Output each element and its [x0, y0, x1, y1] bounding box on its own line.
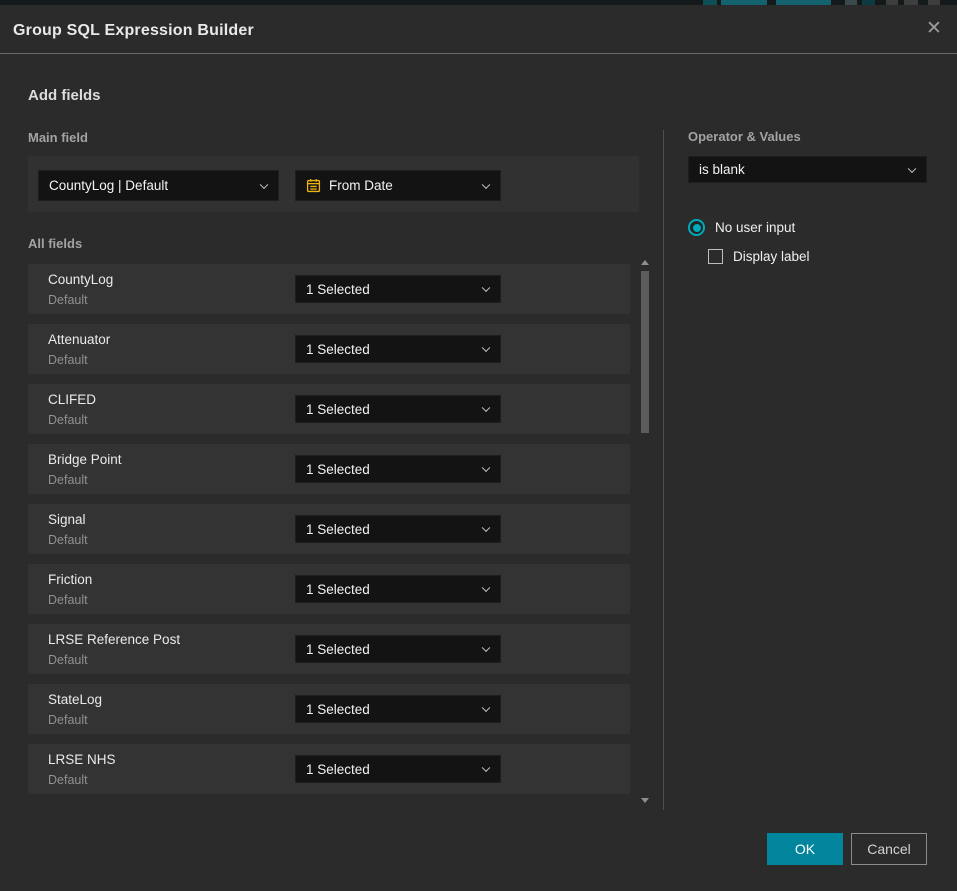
chevron-down-icon: [482, 344, 490, 352]
field-selected-dropdown[interactable]: 1 Selected: [295, 695, 501, 723]
chevron-down-icon: [482, 404, 490, 412]
operator-select[interactable]: is blank: [688, 156, 927, 183]
field-row: LRSE NHS Default 1 Selected: [28, 744, 630, 794]
field-name: Signal: [48, 512, 86, 527]
field-subtitle: Default: [48, 533, 88, 547]
operator-select-value: is blank: [699, 162, 745, 177]
chevron-down-icon: [908, 164, 916, 172]
field-row: StateLog Default 1 Selected: [28, 684, 630, 734]
scrollbar-down-arrow[interactable]: [641, 798, 649, 803]
field-name: CLIFED: [48, 392, 96, 407]
calendar-icon: [306, 178, 321, 193]
field-row: Bridge Point Default 1 Selected: [28, 444, 630, 494]
field-selected-value: 1 Selected: [306, 522, 370, 537]
field-selected-dropdown[interactable]: 1 Selected: [295, 455, 501, 483]
field-name: LRSE Reference Post: [48, 632, 180, 647]
field-selected-value: 1 Selected: [306, 702, 370, 717]
field-selected-dropdown[interactable]: 1 Selected: [295, 575, 501, 603]
chevron-down-icon: [482, 584, 490, 592]
field-subtitle: Default: [48, 773, 88, 787]
display-label-option[interactable]: Display label: [708, 249, 810, 264]
main-field-label: Main field: [28, 130, 88, 145]
scrollbar-up-arrow[interactable]: [641, 260, 649, 265]
cancel-button[interactable]: Cancel: [851, 833, 927, 865]
field-name: Friction: [48, 572, 92, 587]
display-label-checkbox[interactable]: [708, 249, 723, 264]
no-user-input-radio[interactable]: [688, 219, 705, 236]
all-fields-list: CountyLog Default 1 Selected Attenuator …: [28, 264, 630, 794]
main-attribute-select[interactable]: From Date: [295, 170, 501, 201]
no-user-input-option[interactable]: No user input: [688, 219, 795, 236]
main-field-select-value: CountyLog | Default: [49, 178, 168, 193]
field-selected-value: 1 Selected: [306, 282, 370, 297]
no-user-input-label: No user input: [715, 220, 795, 235]
ok-button[interactable]: OK: [767, 833, 843, 865]
chevron-down-icon: [482, 180, 490, 188]
chevron-down-icon: [260, 180, 268, 188]
field-subtitle: Default: [48, 473, 88, 487]
chevron-down-icon: [482, 644, 490, 652]
field-selected-value: 1 Selected: [306, 762, 370, 777]
chevron-down-icon: [482, 764, 490, 772]
chevron-down-icon: [482, 524, 490, 532]
scrollbar-thumb[interactable]: [641, 271, 649, 433]
field-name: Bridge Point: [48, 452, 122, 467]
add-fields-heading: Add fields: [28, 87, 101, 104]
field-row: CLIFED Default 1 Selected: [28, 384, 630, 434]
all-fields-label: All fields: [28, 236, 82, 251]
field-row: Friction Default 1 Selected: [28, 564, 630, 614]
field-row: LRSE Reference Post Default 1 Selected: [28, 624, 630, 674]
field-name: LRSE NHS: [48, 752, 116, 767]
field-selected-dropdown[interactable]: 1 Selected: [295, 335, 501, 363]
chevron-down-icon: [482, 284, 490, 292]
field-subtitle: Default: [48, 293, 88, 307]
field-selected-dropdown[interactable]: 1 Selected: [295, 395, 501, 423]
field-subtitle: Default: [48, 413, 88, 427]
chevron-down-icon: [482, 464, 490, 472]
operator-values-label: Operator & Values: [688, 129, 801, 144]
field-subtitle: Default: [48, 353, 88, 367]
main-field-select[interactable]: CountyLog | Default: [38, 170, 279, 201]
field-row: Attenuator Default 1 Selected: [28, 324, 630, 374]
field-selected-value: 1 Selected: [306, 462, 370, 477]
field-subtitle: Default: [48, 653, 88, 667]
field-selected-value: 1 Selected: [306, 402, 370, 417]
panel-divider: [663, 130, 664, 810]
field-name: CountyLog: [48, 272, 113, 287]
close-icon[interactable]: ✕: [919, 14, 949, 44]
field-selected-value: 1 Selected: [306, 642, 370, 657]
field-name: StateLog: [48, 692, 102, 707]
main-attribute-select-value: From Date: [329, 178, 393, 193]
screen: Group SQL Expression Builder ✕ Add field…: [0, 0, 957, 891]
field-subtitle: Default: [48, 713, 88, 727]
dialog-title: Group SQL Expression Builder: [13, 22, 254, 40]
field-selected-dropdown[interactable]: 1 Selected: [295, 275, 501, 303]
field-selected-dropdown[interactable]: 1 Selected: [295, 755, 501, 783]
field-selected-dropdown[interactable]: 1 Selected: [295, 635, 501, 663]
field-row: CountyLog Default 1 Selected: [28, 264, 630, 314]
field-row: Signal Default 1 Selected: [28, 504, 630, 554]
field-selected-value: 1 Selected: [306, 342, 370, 357]
field-subtitle: Default: [48, 593, 88, 607]
chevron-down-icon: [482, 704, 490, 712]
field-selected-value: 1 Selected: [306, 582, 370, 597]
field-name: Attenuator: [48, 332, 110, 347]
display-label-text: Display label: [733, 249, 810, 264]
field-selected-dropdown[interactable]: 1 Selected: [295, 515, 501, 543]
